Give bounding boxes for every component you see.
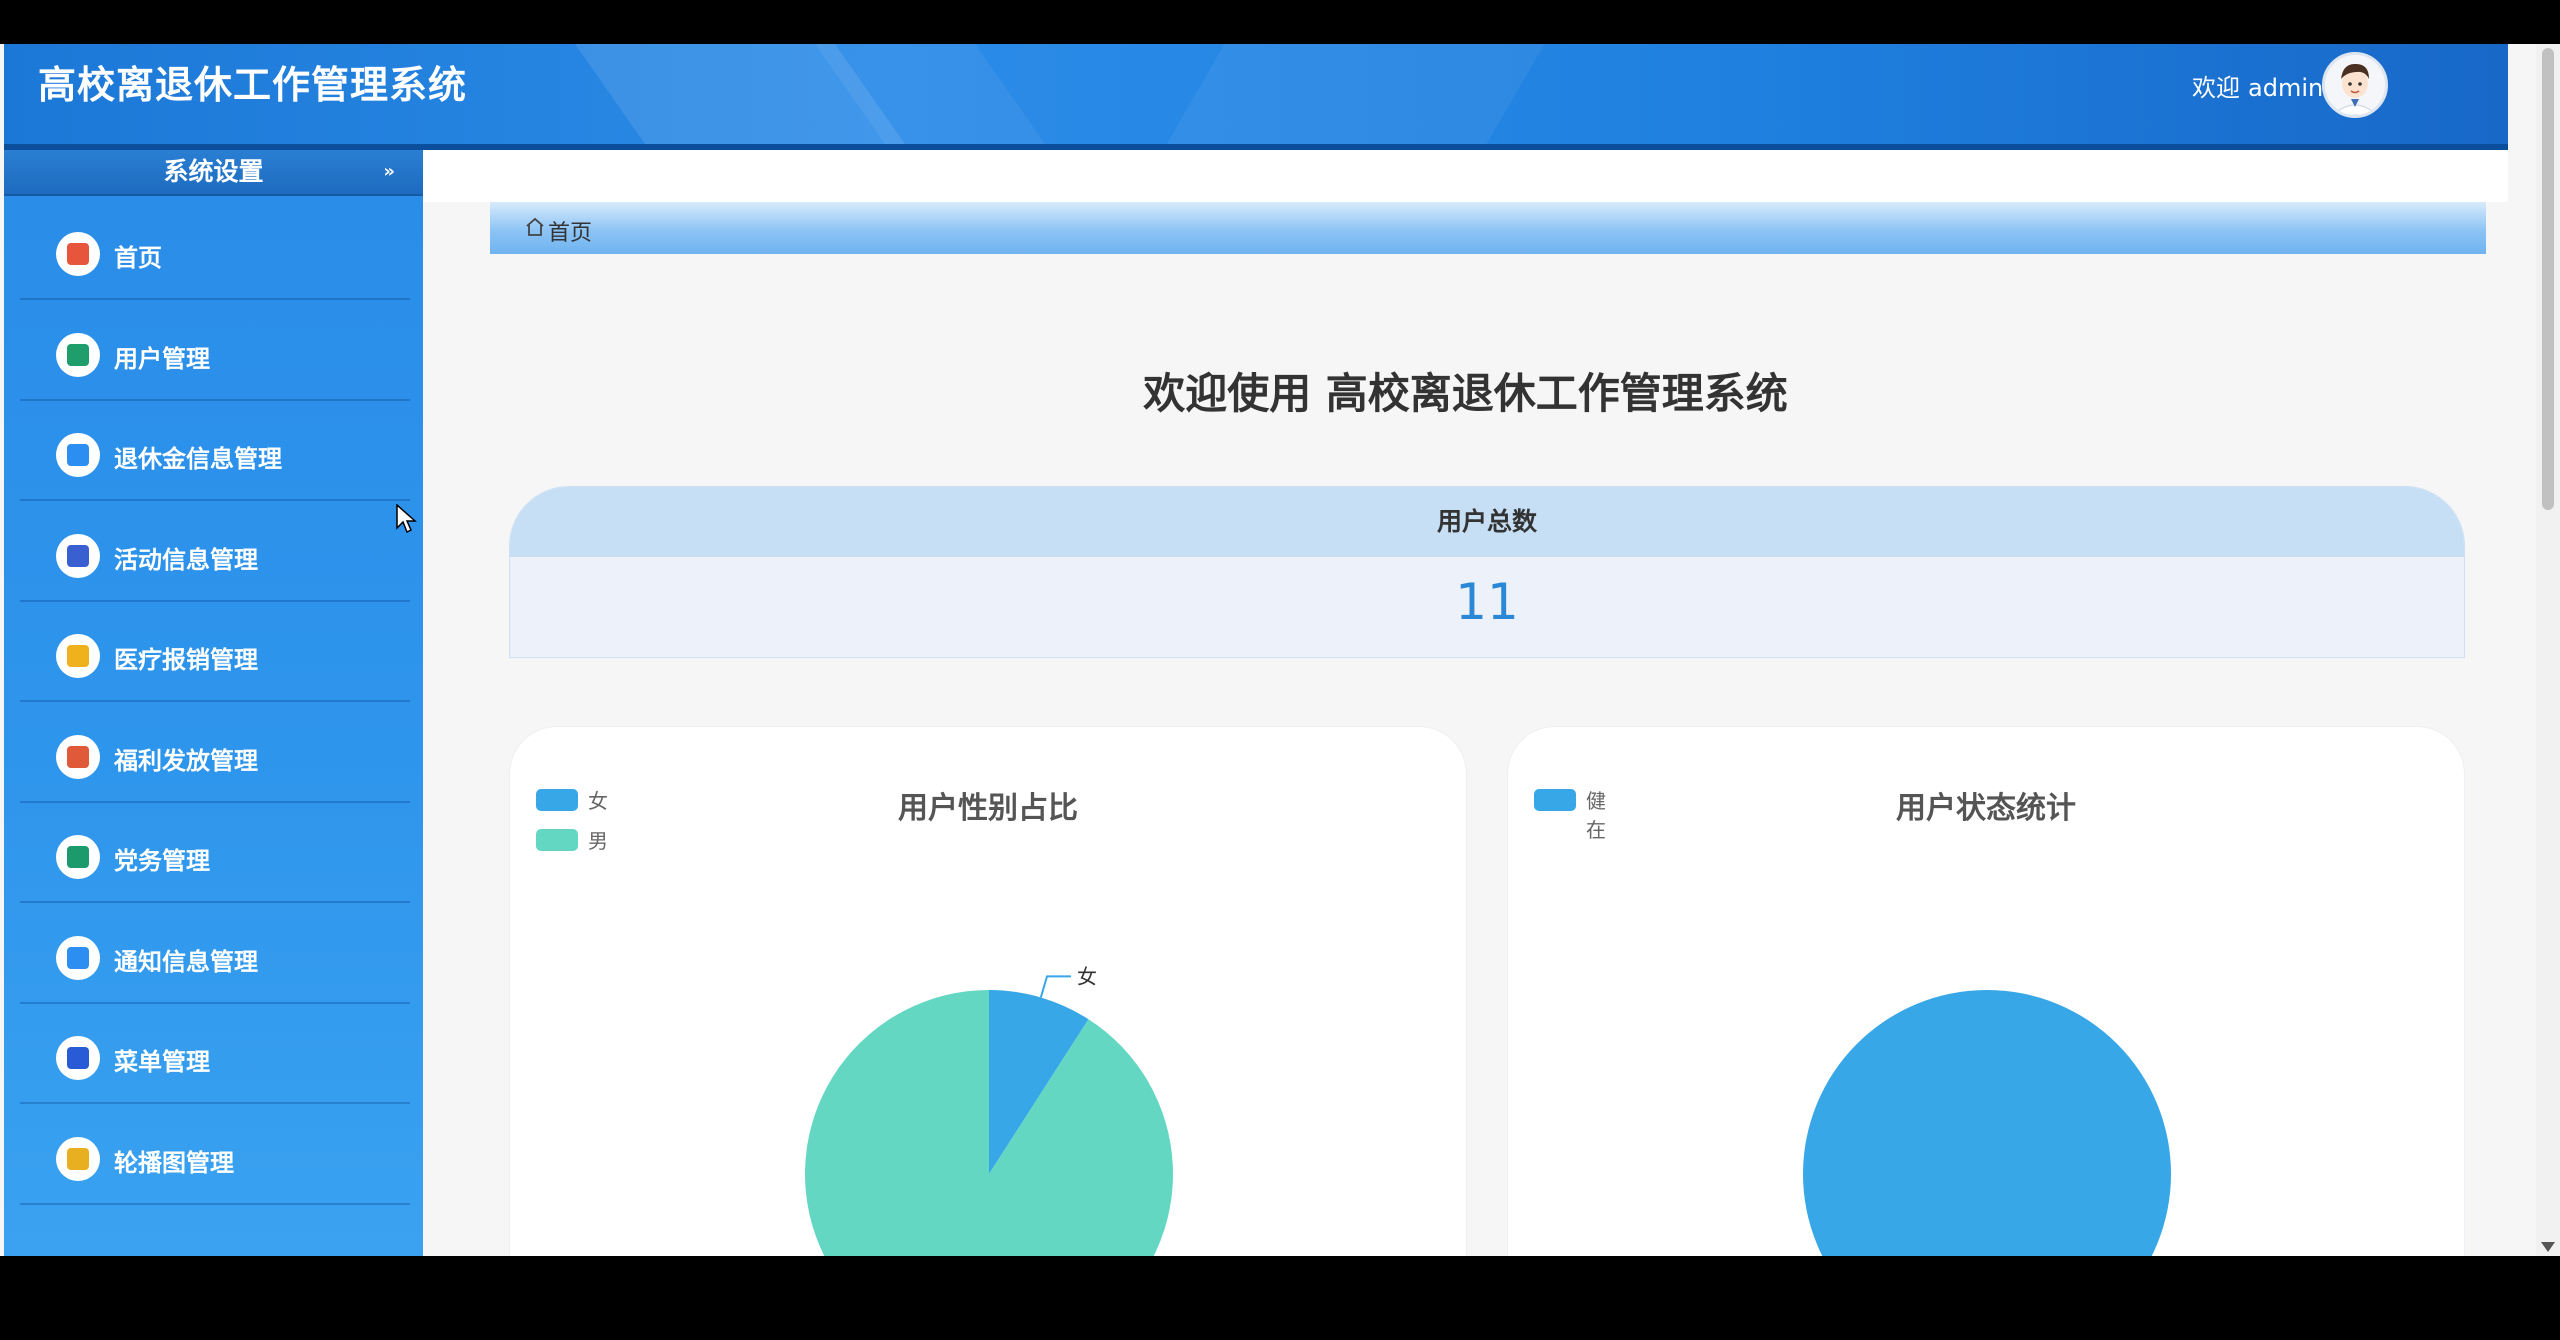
sidebar-item[interactable]: 退休金信息管理: [20, 401, 410, 501]
legend-swatch: [536, 829, 578, 851]
legend-label: 女: [588, 789, 608, 813]
home-icon: [56, 232, 100, 276]
legend-swatch: [1534, 789, 1576, 811]
square-icon: [56, 1036, 100, 1080]
sidebar-item-label: 党务管理: [114, 847, 210, 875]
slice-label-line: [1039, 975, 1072, 998]
sidebar-item[interactable]: 轮播图管理: [20, 1105, 410, 1205]
avatar[interactable]: [2322, 52, 2388, 118]
breadcrumb-home-link[interactable]: 首页: [548, 215, 592, 247]
chevron-double-down-icon: »: [383, 161, 395, 182]
welcome-user: 欢迎 admin: [2192, 68, 2331, 103]
sidebar-item[interactable]: 福利发放管理: [20, 703, 410, 803]
sidebar-item[interactable]: 党务管理: [20, 803, 410, 903]
legend-label: 男: [588, 829, 608, 853]
legend-label: 健在: [1586, 789, 1606, 842]
sidebar-item-label: 福利发放管理: [114, 746, 258, 775]
welcome-heading: 欢迎使用 高校离退休工作管理系统: [1143, 369, 1788, 418]
image-icon: [56, 1136, 100, 1181]
welcome-prefix: 欢迎: [2192, 74, 2240, 102]
slice-label: 女: [1077, 964, 1097, 988]
sidebar-item-label: 轮播图管理: [114, 1148, 234, 1177]
sidebar-item-label: 菜单管理: [114, 1048, 210, 1076]
calendar-icon: [56, 835, 100, 879]
sidebar-item[interactable]: 菜单管理: [20, 1004, 410, 1104]
sidebar-item[interactable]: 活动信息管理: [20, 502, 410, 602]
sidebar-item-label: 活动信息管理: [114, 545, 258, 574]
sidebar-item-label: 医疗报销管理: [114, 646, 258, 674]
sidebar-item[interactable]: 用户管理: [20, 301, 410, 401]
sidebar-item-label: 退休金信息管理: [114, 445, 282, 473]
app-window: 高校离退休工作管理系统 欢迎 admin 系统设置 » 首页用户管理退休金信息管理…: [0, 44, 2560, 1256]
user-total-label: 用户总数: [510, 487, 2464, 557]
sidebar-item-label: 用户管理: [114, 344, 210, 373]
sidebar-item-label: 首页: [114, 244, 162, 272]
sidebar-item[interactable]: 通知信息管理: [20, 904, 410, 1004]
home-outline-icon: [526, 217, 544, 236]
user-badge-icon: [56, 332, 100, 377]
sidebar-item[interactable]: 首页: [20, 200, 410, 300]
sidebar-item[interactable]: 医疗报销管理: [20, 602, 410, 702]
user-total-card: 用户总数 11: [509, 486, 2465, 658]
bookmark-icon: [56, 734, 100, 779]
status-chart-card: 用户状态统计 健在: [1507, 726, 2465, 1256]
top-header: 高校离退休工作管理系统 欢迎 admin: [4, 44, 2508, 148]
sidebar-section-title: 系统设置: [163, 157, 264, 186]
gender-chart-card: 女 用户性别占比 女男: [509, 726, 1467, 1256]
pension-icon: [56, 433, 100, 477]
breadcrumb: 首页: [490, 202, 2486, 254]
pie-slice[interactable]: [805, 990, 1173, 1256]
status-chart-title: 用户状态统计: [1896, 791, 2076, 826]
mouse-cursor-icon: [396, 504, 417, 534]
pie-slice[interactable]: [1803, 990, 2171, 1256]
page-scrollbar[interactable]: [2536, 44, 2560, 1256]
sidebar-section-header[interactable]: 系统设置 »: [4, 150, 423, 196]
username: admin: [2248, 74, 2324, 102]
scroll-down-arrow-icon[interactable]: [2541, 1242, 2555, 1252]
medical-ticket-icon: [56, 634, 100, 678]
legend-swatch: [536, 789, 578, 811]
grid-icon: [56, 935, 100, 980]
gender-chart-title: 用户性别占比: [898, 791, 1078, 826]
sidebar: 系统设置 » 首页用户管理退休金信息管理 活动信息管理 医疗报销管理 福利发放管理 党务…: [4, 150, 423, 1256]
main-content: 首页 欢迎使用 高校离退休工作管理系统 用户总数 11 女 用户性别占比 女男 …: [423, 150, 2508, 1256]
briefcase-icon: [56, 533, 100, 578]
app-title: 高校离退休工作管理系统: [38, 63, 468, 107]
scrollbar-thumb[interactable]: [2542, 48, 2554, 510]
avatar-face-icon: [2325, 55, 2385, 115]
sidebar-item-label: 通知信息管理: [114, 947, 258, 976]
user-total-value: 11: [1455, 573, 1519, 631]
